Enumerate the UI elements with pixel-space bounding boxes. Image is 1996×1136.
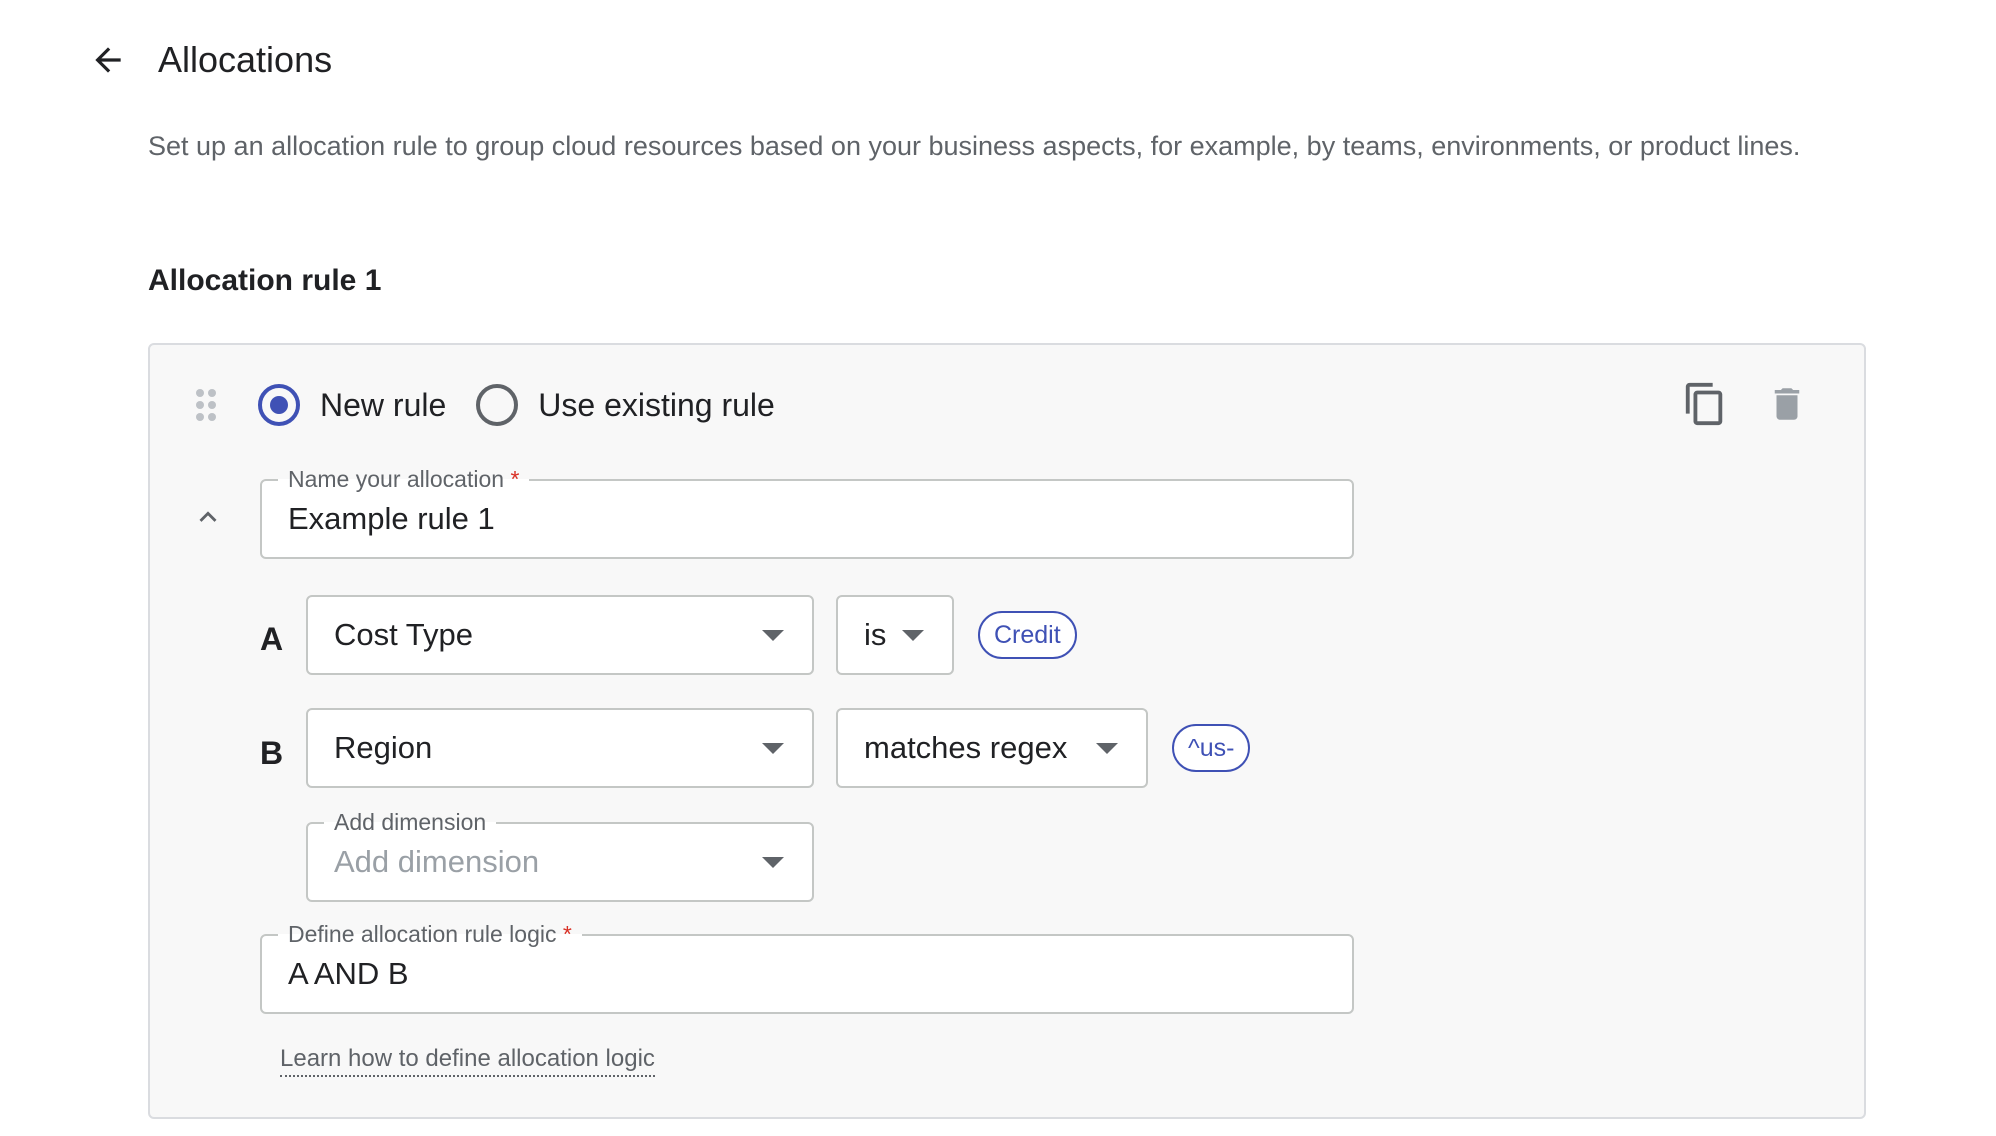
page-title: Allocations (158, 39, 333, 80)
radio-checked-icon (258, 384, 300, 426)
condition-letter-a: A (260, 621, 284, 657)
operator-select-b[interactable]: matches regex (836, 708, 1148, 788)
allocation-rule-card: New rule Use existing rule Name your all… (148, 343, 1866, 1119)
radio-unchecked-icon (476, 384, 519, 426)
dimension-select-b[interactable]: Region (306, 708, 814, 788)
allocation-logic-field[interactable]: Define allocation rule logic * A AND B (260, 919, 1354, 1014)
dropdown-arrow-icon (1096, 743, 1118, 754)
dropdown-arrow-icon (902, 630, 924, 641)
collapse-button[interactable] (186, 495, 230, 539)
condition-letter-b: B (260, 735, 284, 771)
page-header: Allocations (84, 34, 332, 86)
back-button[interactable] (84, 36, 132, 84)
copy-icon (1685, 382, 1723, 426)
allocation-name-value: Example rule 1 (288, 501, 495, 536)
value-chip-b[interactable]: ^us- (1172, 724, 1251, 772)
radio-use-existing-rule[interactable]: Use existing rule (476, 384, 775, 426)
radio-new-rule-label: New rule (320, 386, 447, 423)
dimension-select-a-value: Cost Type (334, 617, 474, 652)
arrow-left-icon (95, 47, 121, 73)
radio-dot (270, 396, 288, 414)
delete-rule-button[interactable] (1760, 377, 1814, 431)
drag-handle[interactable] (194, 387, 218, 423)
rule-mode-radio-group: New rule Use existing rule (258, 381, 805, 429)
learn-allocation-logic-link[interactable]: Learn how to define allocation logic (280, 1045, 655, 1077)
dropdown-arrow-icon (762, 743, 784, 754)
radio-new-rule[interactable]: New rule (258, 384, 446, 426)
allocation-name-field[interactable]: Name your allocation * Example rule 1 (260, 464, 1354, 559)
duplicate-rule-button[interactable] (1678, 377, 1732, 431)
allocation-logic-value: A AND B (288, 956, 409, 991)
dimension-select-a[interactable]: Cost Type (306, 595, 814, 675)
operator-select-a[interactable]: is (836, 595, 954, 675)
drag-indicator-icon (196, 389, 216, 421)
value-chip-a[interactable]: Credit (978, 611, 1077, 659)
add-dimension-label: Add dimension (324, 807, 497, 837)
dropdown-arrow-icon (762, 857, 784, 868)
radio-use-existing-rule-label: Use existing rule (538, 386, 775, 423)
operator-select-a-value: is (864, 617, 887, 652)
add-dimension-select[interactable]: Add dimension Add dimension (306, 807, 814, 902)
dropdown-arrow-icon (762, 630, 784, 641)
dimension-select-b-value: Region (334, 730, 433, 765)
page-description: Set up an allocation rule to group cloud… (148, 131, 1801, 161)
chevron-up-icon (199, 511, 217, 522)
operator-select-b-value: matches regex (864, 730, 1068, 765)
add-dimension-placeholder: Add dimension (334, 844, 540, 879)
rule-heading: Allocation rule 1 (148, 264, 382, 297)
trash-icon (1774, 388, 1800, 420)
